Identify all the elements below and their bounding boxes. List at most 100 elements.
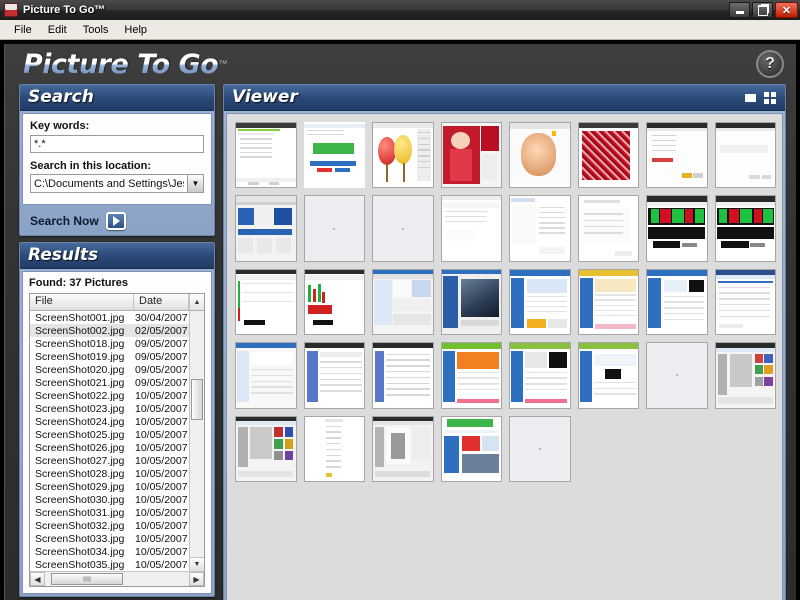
location-input[interactable] <box>30 174 187 193</box>
menu-edit[interactable]: Edit <box>40 22 75 38</box>
thumbnail-item[interactable] <box>235 342 297 409</box>
help-button[interactable]: ? <box>756 50 784 78</box>
single-view-icon[interactable] <box>743 91 757 104</box>
cell-date: 10/05/2007 <box>135 428 188 441</box>
table-row[interactable]: ScreenShot027.jpg 10/05/2007 <box>30 454 189 467</box>
restore-button[interactable] <box>752 2 773 18</box>
thumbnail-item[interactable] <box>440 415 502 483</box>
close-button[interactable]: ✕ <box>775 2 798 18</box>
menu-file[interactable]: File <box>6 22 40 38</box>
results-body: Found: 37 Pictures File Date ▲ ScreenSho… <box>22 271 212 594</box>
results-rows-area: ScreenShot001.jpg 30/04/2007 ScreenShot002… <box>30 311 204 571</box>
thumbnail-item[interactable] <box>646 268 708 336</box>
thumbnail-item[interactable] <box>235 195 297 262</box>
thumbnail-item[interactable] <box>303 268 365 336</box>
table-row[interactable]: ScreenShot019.jpg 09/05/2007 <box>30 350 189 363</box>
play-arrow-icon[interactable] <box>105 212 126 230</box>
viewer-panel-header: Viewer <box>224 85 785 111</box>
thumbnail-item[interactable] <box>646 342 708 409</box>
app-icon <box>4 3 18 17</box>
column-header-date[interactable]: Date <box>134 294 189 310</box>
thumbnail-item[interactable] <box>235 415 297 483</box>
cell-file: ScreenShot020.jpg <box>35 363 125 376</box>
table-row[interactable]: ScreenShot001.jpg 30/04/2007 <box>30 311 189 324</box>
thumbnail-item[interactable] <box>509 415 571 483</box>
thumbnail-item[interactable] <box>714 268 776 336</box>
column-header-file[interactable]: File <box>30 294 134 310</box>
thumbnail-item[interactable] <box>577 195 639 262</box>
thumbnail-item[interactable] <box>577 268 639 336</box>
thumbnail-item[interactable] <box>303 122 365 189</box>
scroll-down-arrow-icon[interactable]: ▼ <box>190 557 204 571</box>
table-row[interactable]: ScreenShot023.jpg 10/05/2007 <box>30 402 189 415</box>
table-row[interactable]: ScreenShot002.jpg 02/05/2007 <box>30 324 189 337</box>
table-row[interactable]: ScreenShot034.jpg 10/05/2007 <box>30 545 189 558</box>
search-now-label: Search Now <box>30 214 99 228</box>
table-row[interactable]: ScreenShot033.jpg 10/05/2007 <box>30 532 189 545</box>
thumbnail-item[interactable] <box>646 122 708 189</box>
table-row[interactable]: ScreenShot030.jpg 10/05/2007 <box>30 493 189 506</box>
thumbnail-preview <box>715 269 775 335</box>
table-row[interactable]: ScreenShot026.jpg 10/05/2007 <box>30 441 189 454</box>
chevron-down-icon[interactable]: ▼ <box>187 174 204 193</box>
horizontal-scrollbar-thumb[interactable] <box>51 573 123 585</box>
cell-date: 10/05/2007 <box>135 532 188 545</box>
thumbnail-item[interactable] <box>509 342 571 409</box>
table-row[interactable]: ScreenShot018.jpg 09/05/2007 <box>30 337 189 350</box>
table-row[interactable]: ScreenShot022.jpg 10/05/2007 <box>30 389 189 402</box>
table-row[interactable]: ScreenShot025.jpg 10/05/2007 <box>30 428 189 441</box>
scroll-up-arrow-icon[interactable]: ▲ <box>189 294 204 310</box>
table-row[interactable]: ScreenShot028.jpg 10/05/2007 <box>30 467 189 480</box>
results-vertical-scrollbar[interactable]: ▼ <box>189 311 204 571</box>
cell-date: 10/05/2007 <box>135 402 188 415</box>
location-combobox[interactable]: ▼ <box>30 174 204 193</box>
thumbnail-item[interactable] <box>577 342 639 409</box>
table-row[interactable]: ScreenShot029.jpg 10/05/2007 <box>30 480 189 493</box>
results-horizontal-scrollbar[interactable]: ◀ ▶ <box>30 571 204 586</box>
thumbnail-item[interactable] <box>714 122 776 189</box>
menu-help[interactable]: Help <box>116 22 155 38</box>
thumbnail-item[interactable] <box>440 342 502 409</box>
thumbnail-item[interactable] <box>372 342 434 409</box>
thumbnail-item[interactable] <box>440 268 502 336</box>
thumbnail-item[interactable] <box>235 268 297 336</box>
right-column: Viewer <box>223 84 786 600</box>
scroll-left-arrow-icon[interactable]: ◀ <box>30 572 45 586</box>
thumbnail-item[interactable] <box>372 195 434 262</box>
thumbnail-item[interactable] <box>714 195 776 262</box>
thumbnail-item[interactable] <box>509 268 571 336</box>
horizontal-scroll-track[interactable] <box>45 572 189 586</box>
search-now-row[interactable]: Search Now <box>20 207 214 235</box>
table-row[interactable]: ScreenShot021.jpg 09/05/2007 <box>30 376 189 389</box>
app-inner: Picture To Go Picture To Go™ ? Search Ke… <box>4 44 796 600</box>
table-row[interactable]: ScreenShot035.jpg 10/05/2007 <box>30 558 189 571</box>
minimize-button[interactable] <box>729 2 750 18</box>
cell-file: ScreenShot032.jpg <box>35 519 125 532</box>
results-listbox[interactable]: File Date ▲ ScreenShot001.jpg 30/04/2007 S… <box>29 293 205 587</box>
thumbnail-item[interactable] <box>577 122 639 189</box>
thumbnail-item[interactable] <box>646 195 708 262</box>
thumbnail-item[interactable] <box>509 122 571 189</box>
table-row[interactable]: ScreenShot032.jpg 10/05/2007 <box>30 519 189 532</box>
thumbnail-item[interactable] <box>714 342 776 409</box>
vertical-scrollbar-thumb[interactable] <box>191 378 203 421</box>
keywords-input[interactable] <box>30 135 204 153</box>
results-panel-header: Results <box>20 243 214 269</box>
thumbnail-item[interactable] <box>440 122 502 189</box>
viewer-panel-title: Viewer <box>232 87 298 107</box>
thumbnail-item[interactable] <box>303 195 365 262</box>
menu-tools[interactable]: Tools <box>75 22 117 38</box>
table-row[interactable]: ScreenShot020.jpg 09/05/2007 <box>30 363 189 376</box>
table-row[interactable]: ScreenShot024.jpg 10/05/2007 <box>30 415 189 428</box>
thumbnail-item[interactable] <box>372 415 434 483</box>
thumbnail-item[interactable] <box>303 415 365 483</box>
thumbnail-item[interactable] <box>440 195 502 262</box>
thumbnail-item[interactable] <box>509 195 571 262</box>
grid-view-icon[interactable] <box>763 91 777 104</box>
scroll-right-arrow-icon[interactable]: ▶ <box>189 572 204 586</box>
thumbnail-item[interactable] <box>372 122 434 189</box>
table-row[interactable]: ScreenShot031.jpg 10/05/2007 <box>30 506 189 519</box>
thumbnail-item[interactable] <box>303 342 365 409</box>
thumbnail-item[interactable] <box>372 268 434 336</box>
thumbnail-item[interactable] <box>235 122 297 189</box>
